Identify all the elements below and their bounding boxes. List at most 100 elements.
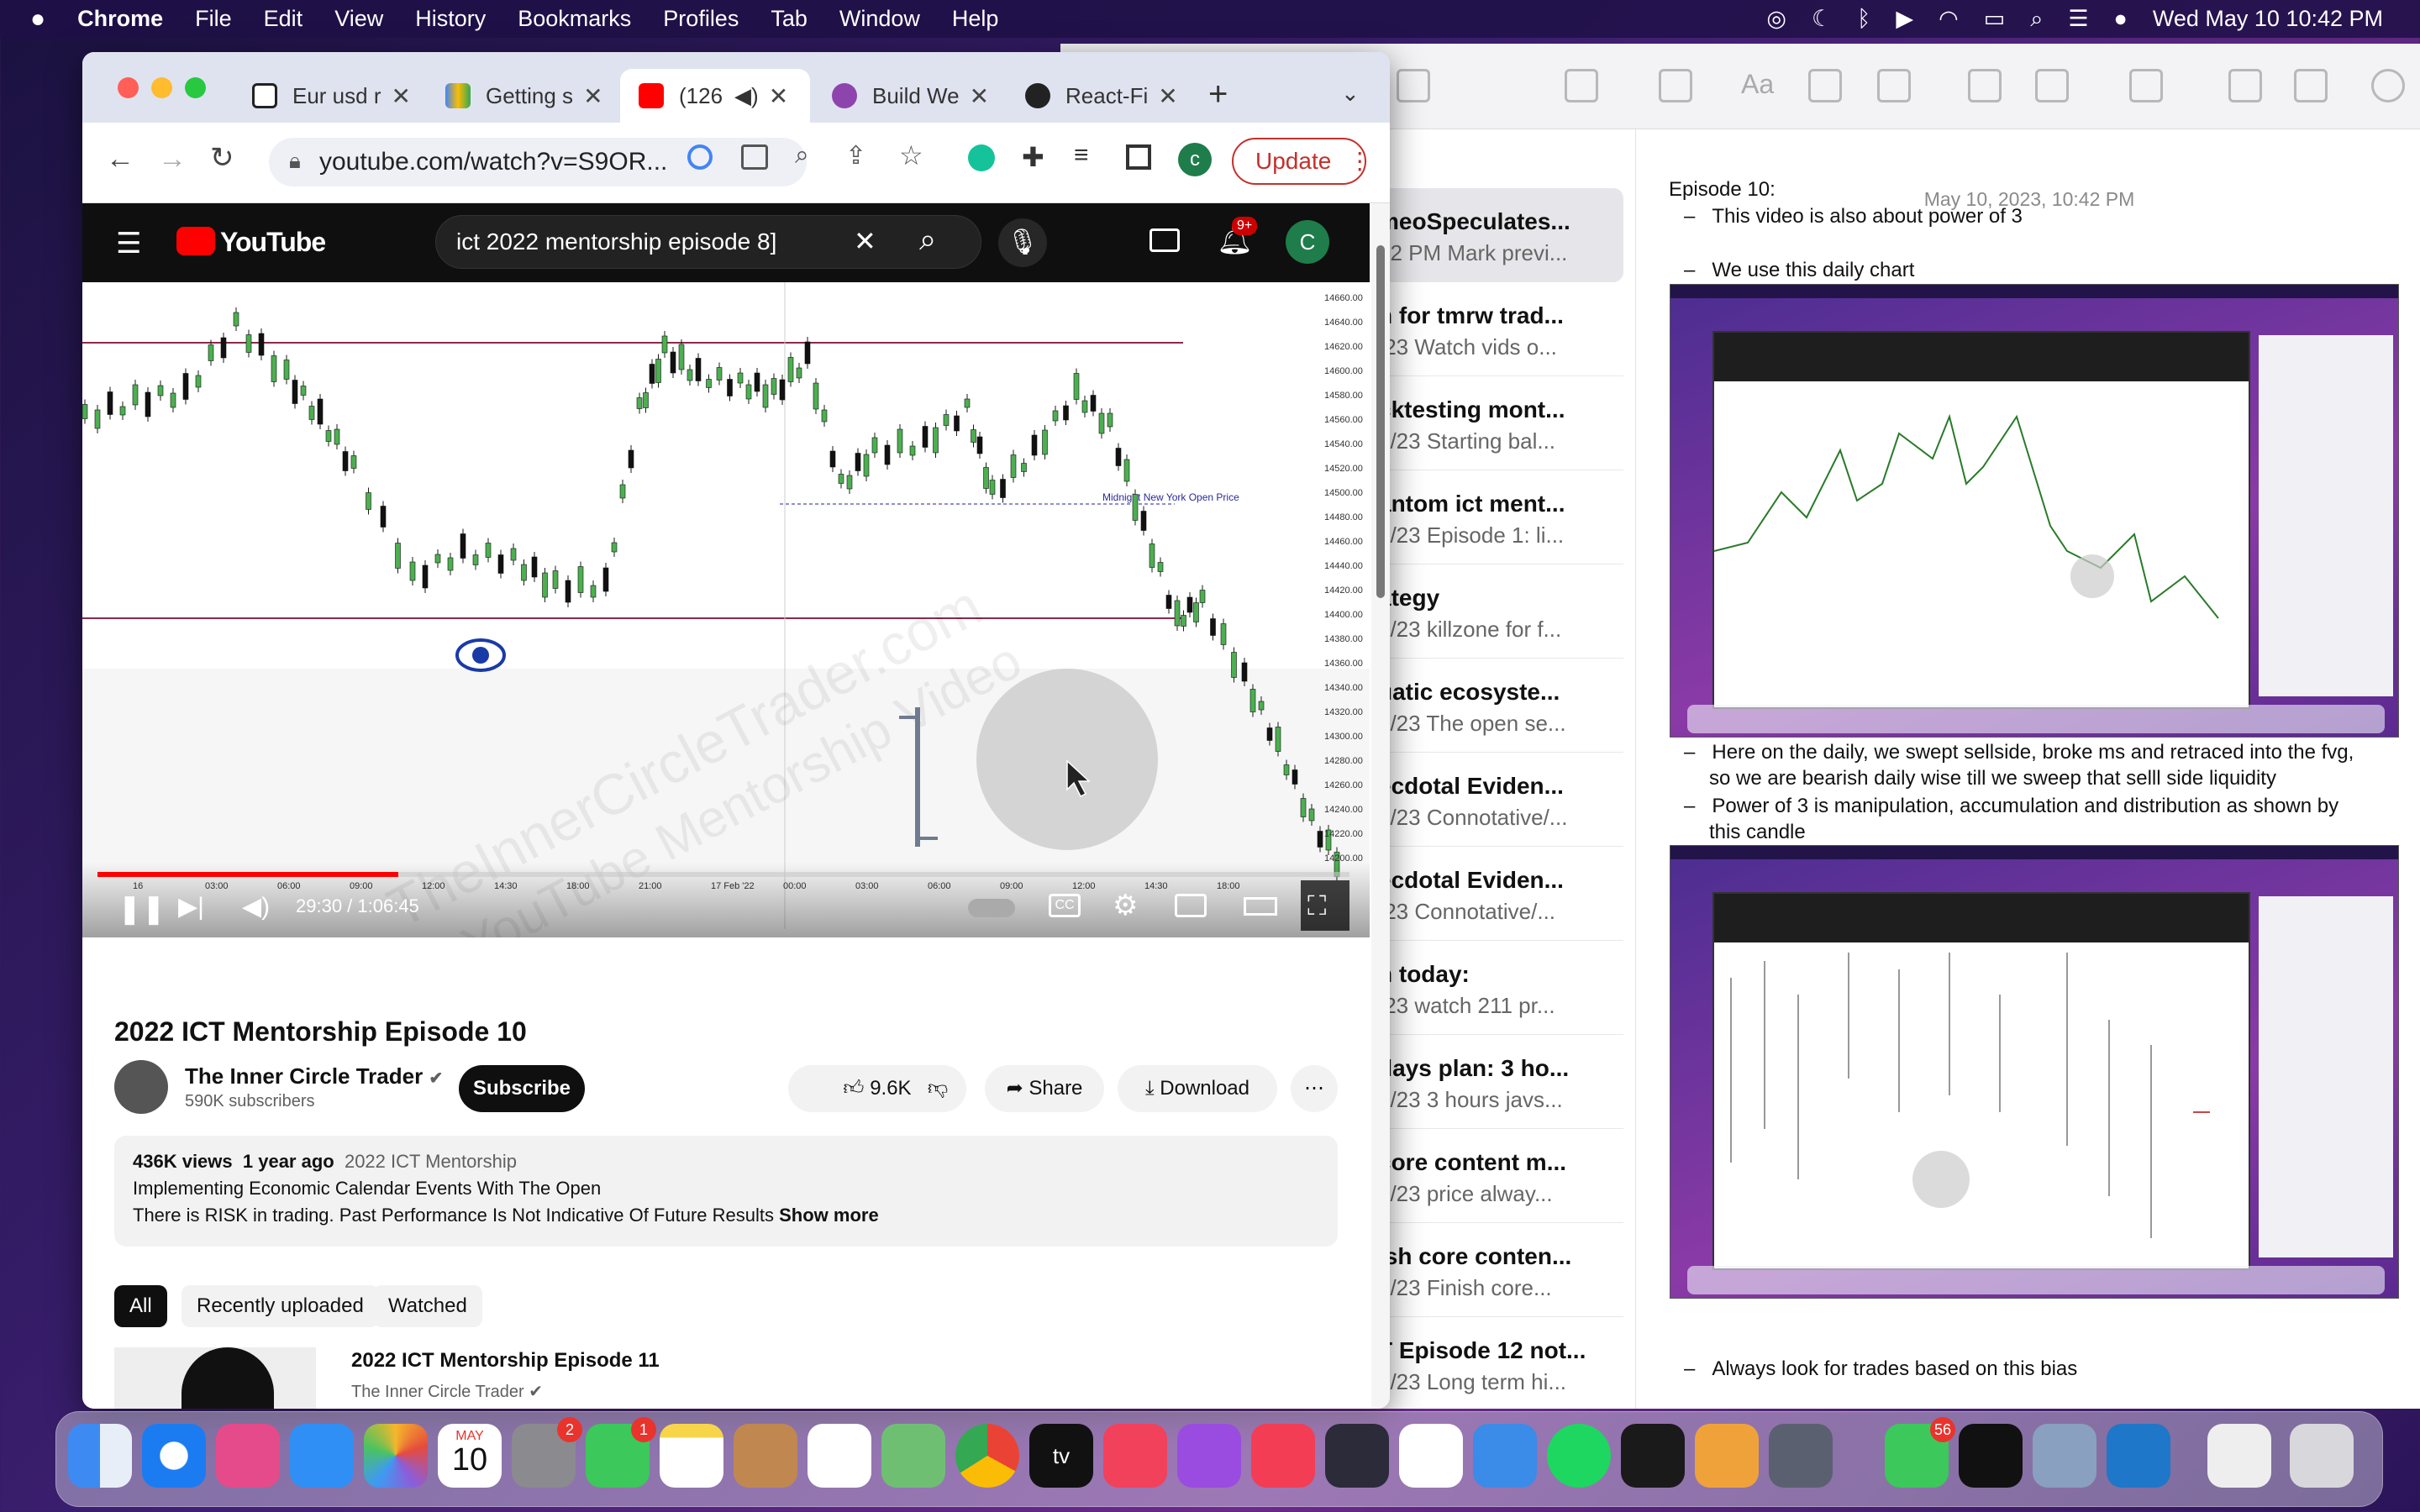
close-tab-icon[interactable]: ✕ bbox=[769, 82, 788, 110]
next-video-icon[interactable]: ▶| bbox=[178, 892, 204, 921]
note-list-item[interactable]: uatic ecosyste... 2/23 The open se... bbox=[1371, 659, 1623, 753]
wifi-icon[interactable]: ◠ bbox=[1939, 6, 1959, 32]
vscode-icon[interactable] bbox=[2107, 1424, 2170, 1488]
finder-icon[interactable] bbox=[68, 1424, 132, 1488]
news-icon[interactable] bbox=[1251, 1424, 1315, 1488]
search-icon[interactable]: ⌕ bbox=[2030, 6, 2043, 33]
media-icon[interactable] bbox=[2035, 69, 2069, 102]
exec-terminal-icon[interactable] bbox=[1959, 1424, 2023, 1488]
compose-icon[interactable] bbox=[1659, 69, 1692, 102]
more-actions-button[interactable]: ⋯ bbox=[1291, 1065, 1338, 1112]
note-list-item[interactable]: n for tmrw trad... /23 Watch vids o... bbox=[1371, 282, 1623, 376]
chrome-icon[interactable] bbox=[955, 1424, 1019, 1488]
collaborate-icon[interactable] bbox=[2228, 69, 2262, 102]
settings-gear-icon[interactable]: ⚙ bbox=[1113, 889, 1138, 922]
share-link-icon[interactable] bbox=[1968, 69, 2002, 102]
tab-getting[interactable]: Getting s ✕ bbox=[427, 69, 617, 123]
captions-icon[interactable]: CC bbox=[1049, 894, 1081, 917]
channel-name[interactable]: The Inner Circle Trader ✔ bbox=[185, 1063, 443, 1089]
note-list-item[interactable]: ecdotal Eviden... /23 Connotative/... bbox=[1371, 847, 1623, 941]
close-tab-icon[interactable]: ✕ bbox=[583, 82, 602, 110]
note-list-item[interactable]: T Episode 12 not... 1/23 Long term hi... bbox=[1371, 1317, 1623, 1409]
download-button[interactable]: ⤓ Download bbox=[1118, 1065, 1277, 1112]
channel-avatar[interactable] bbox=[114, 1060, 168, 1114]
show-more-link[interactable]: Show more bbox=[779, 1205, 879, 1226]
menu-tab[interactable]: Tab bbox=[771, 6, 808, 32]
update-button[interactable]: Update ⋮ bbox=[1232, 138, 1371, 185]
fullscreen-icon[interactable]: ⛶ bbox=[1307, 890, 1326, 922]
share-icon[interactable] bbox=[2294, 69, 2328, 102]
extensions-icon[interactable]: ✚ bbox=[1022, 141, 1044, 173]
moon-icon[interactable]: ☾ bbox=[1812, 6, 1832, 32]
autoplay-toggle[interactable] bbox=[968, 899, 1015, 917]
video-player[interactable]: Midnight New York Open Price 14660.00 146… bbox=[82, 282, 1370, 937]
note-list-item[interactable]: cktesting mont... 0/23 Starting bal... bbox=[1371, 376, 1623, 470]
menu-profiles[interactable]: Profiles bbox=[663, 6, 739, 32]
maps-icon[interactable] bbox=[881, 1424, 945, 1488]
dislike-button[interactable]: 👎︎ bbox=[914, 1065, 961, 1112]
apple-tv-icon[interactable]: tv bbox=[1029, 1424, 1093, 1488]
airdrop-icon[interactable]: ◎ bbox=[1766, 6, 1786, 32]
control-center-icon[interactable]: ☰ bbox=[2068, 6, 2088, 32]
recommended-thumbnail[interactable] bbox=[114, 1347, 316, 1409]
messages-icon[interactable]: 56 bbox=[1885, 1417, 1955, 1488]
subscribe-button[interactable]: Subscribe bbox=[459, 1065, 585, 1112]
contacts-icon[interactable] bbox=[734, 1424, 797, 1488]
maximize-window-button[interactable] bbox=[185, 77, 206, 98]
menu-view[interactable]: View bbox=[334, 6, 383, 32]
profile-avatar[interactable]: c bbox=[1178, 143, 1212, 176]
music-icon[interactable] bbox=[1103, 1424, 1167, 1488]
grammarly-icon[interactable] bbox=[968, 144, 995, 171]
apple-icon[interactable]: ● bbox=[30, 5, 45, 34]
lock-icon[interactable] bbox=[2129, 69, 2163, 102]
side-panel-icon[interactable] bbox=[1126, 144, 1151, 170]
install-icon[interactable] bbox=[741, 144, 768, 170]
format-text-icon[interactable]: Aa bbox=[1741, 69, 1775, 102]
notes-search-icon[interactable] bbox=[2371, 69, 2405, 102]
note-list-item[interactable]: days plan: 3 ho... 0/23 3 hours javs... bbox=[1371, 1035, 1623, 1129]
theater-mode-icon[interactable] bbox=[1244, 897, 1277, 916]
close-window-button[interactable] bbox=[118, 77, 139, 98]
reload-button[interactable]: ↻ bbox=[210, 141, 234, 175]
share-button[interactable]: ➦ Share bbox=[985, 1065, 1104, 1112]
site-info-icon[interactable]: 🔒︎ bbox=[289, 148, 301, 175]
youtube-search-input[interactable]: ict 2022 mentorship episode 8] bbox=[435, 215, 981, 269]
system-settings-icon[interactable]: 2 bbox=[512, 1417, 582, 1488]
keynote-icon[interactable] bbox=[1473, 1424, 1537, 1488]
clock[interactable]: Wed May 10 10:42 PM bbox=[2153, 6, 2383, 32]
page-scrollbar[interactable] bbox=[1371, 203, 1390, 1409]
preview-icon[interactable] bbox=[2033, 1424, 2096, 1488]
menu-window[interactable]: Window bbox=[839, 6, 920, 32]
account-avatar[interactable]: C bbox=[1286, 220, 1329, 264]
trash-icon[interactable] bbox=[1565, 69, 1598, 102]
siri-icon[interactable]: ● bbox=[2114, 6, 2128, 32]
clear-search-icon[interactable]: ✕ bbox=[854, 225, 876, 257]
close-tab-icon[interactable]: ✕ bbox=[392, 82, 411, 110]
url-bar[interactable]: youtube.com/watch?v=S9OR... bbox=[269, 138, 807, 186]
progress-bar[interactable] bbox=[97, 872, 1349, 877]
zoom-icon[interactable]: ⌕ bbox=[795, 141, 809, 170]
atom-icon[interactable] bbox=[1325, 1424, 1389, 1488]
facetime-icon[interactable]: 1 bbox=[586, 1417, 656, 1488]
numbers-icon[interactable] bbox=[1399, 1424, 1463, 1488]
note-list-item[interactable]: ecdotal Eviden... 2/23 Connotative/... bbox=[1371, 753, 1623, 847]
launchpad-icon[interactable] bbox=[216, 1424, 280, 1488]
search-button-icon[interactable]: ⌕ bbox=[919, 222, 936, 258]
tab-search-chevron-icon[interactable]: ⌄ bbox=[1341, 81, 1360, 107]
menu-help[interactable]: Help bbox=[952, 6, 999, 32]
hamburger-menu-icon[interactable]: ☰ bbox=[116, 227, 141, 260]
note-list-item[interactable]: n today: /23 watch 211 pr... bbox=[1371, 941, 1623, 1035]
chip-recently-uploaded[interactable]: Recently uploaded bbox=[182, 1285, 379, 1327]
menu-file[interactable]: File bbox=[195, 6, 232, 32]
google-lens-icon[interactable] bbox=[687, 144, 713, 170]
table-icon[interactable] bbox=[1877, 69, 1911, 102]
safari-icon[interactable] bbox=[142, 1424, 206, 1488]
tab-build[interactable]: Build We ✕ bbox=[813, 69, 1003, 123]
new-tab-button[interactable]: + bbox=[1208, 76, 1228, 113]
pages-icon[interactable] bbox=[1695, 1424, 1759, 1488]
pause-icon[interactable]: ❚❚ bbox=[118, 892, 166, 926]
tab-eur-usd[interactable]: Eur usd r ✕ bbox=[234, 69, 424, 123]
note-list-item[interactable]: ategy 7/23 killzone for f... bbox=[1371, 564, 1623, 659]
battery-icon[interactable]: ▭ bbox=[1984, 6, 2006, 32]
forward-button[interactable]: → bbox=[158, 143, 187, 176]
